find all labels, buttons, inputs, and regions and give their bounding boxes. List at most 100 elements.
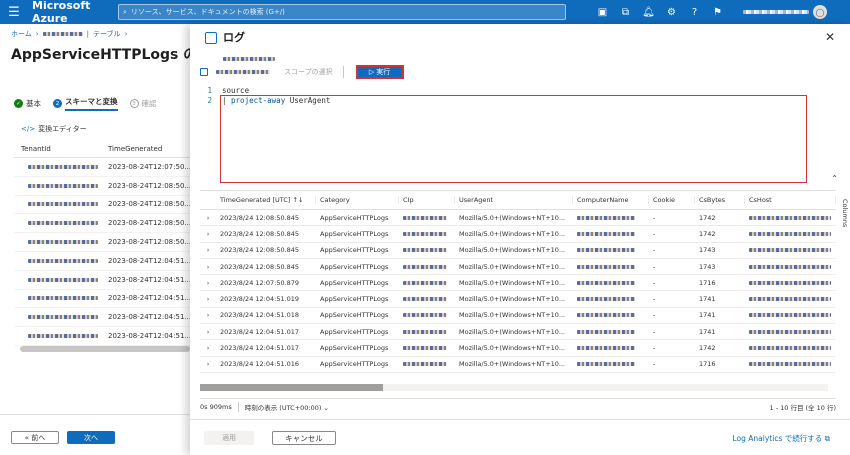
result-row[interactable]: › 2023/8/24 12:08:50.845 AppServiceHTTPLog… [200,259,836,276]
table-row[interactable]: 2023-08-24T12:08:50... [14,196,190,215]
timegenerated-cell: 2023-08-24T12:08:50... [108,181,190,190]
breadcrumb-home[interactable]: ホーム [11,29,32,39]
scrollbar-thumb[interactable] [200,384,383,391]
apply-button[interactable]: 適用 [204,431,254,445]
horizontal-scrollbar[interactable] [20,346,190,352]
help-icon[interactable]: ? [683,7,706,18]
chevron-right-icon[interactable]: › [200,263,216,271]
cell-cshost-redacted [745,214,836,222]
table-row[interactable]: 2023-08-24T12:08:50... [14,214,190,234]
table-row[interactable]: 2023-08-24T12:08:50... [14,233,190,252]
external-link-icon: ⧉ [824,434,830,443]
column-header-csbytes[interactable]: CsBytes [695,196,745,204]
account-menu[interactable]: ◯ [743,5,833,19]
code-line-1[interactable]: source [222,86,249,95]
table-row[interactable]: 2023-08-24T12:04:51... [14,327,190,346]
table-row[interactable]: 2023-08-24T12:04:51... [14,252,190,271]
table-row[interactable]: 2023-08-24T12:08:50... [14,177,190,196]
query-toolbar: スコープの選択 ▷ 実行 [190,64,850,80]
cancel-button[interactable]: キャンセル [272,431,336,445]
close-icon[interactable]: ✕ [825,30,835,44]
chevron-right-icon[interactable]: › [200,344,216,352]
feedback-icon[interactable]: ⚑ [706,7,729,18]
cell-computername-redacted [573,214,649,222]
cell-cip-redacted [399,263,455,271]
cell-category: AppServiceHTTPLogs [320,311,389,320]
column-header-cshost[interactable]: CsHost [745,196,836,204]
breadcrumb-table[interactable]: テーブル [93,29,121,39]
brand-label[interactable]: Microsoft Azure [32,0,118,25]
continue-log-analytics-link[interactable]: Log Analytics で続行する ⧉ [733,433,830,444]
panel-title: ログ [223,31,245,44]
cell-timegenerated: 2023/8/24 12:08:50.845 [220,213,300,222]
column-header-timegenerated[interactable]: TimeGenerated [UTC] ↑↓ [216,196,316,204]
chevron-right-icon[interactable]: › [200,246,216,254]
logs-panel: ログ ✕ スコープの選択 ▷ 実行 1 source 2 | project-a… [190,24,850,455]
cell-csbytes: 1741 [699,295,716,304]
transform-editor-link[interactable]: </> 変換エディター [21,124,87,134]
column-header-timegenerated[interactable]: TimeGenerated [108,145,190,153]
cell-cookie: - [653,246,656,255]
cell-timegenerated: 2023/8/24 12:04:51.017 [220,327,300,336]
result-row[interactable]: › 2023/8/24 12:04:51.019 AppServiceHTTPLog… [200,291,836,308]
table-row[interactable]: 2023-08-24T12:07:50... [14,158,190,177]
chevron-right-icon[interactable]: › [200,230,216,238]
cell-cip-redacted [399,344,455,352]
global-search-input[interactable]: ⌕ リソース、サービス、ドキュメントの検索 (G+/) [118,4,566,20]
tenantid-redacted [14,182,108,190]
hamburger-menu-icon[interactable]: ☰ [0,5,28,20]
cloud-shell-icon[interactable]: ▣ [591,7,614,18]
collapse-editor-icon[interactable]: ⌃ [831,174,838,183]
columns-side-tab[interactable]: Columns [841,199,849,227]
cell-computername-redacted [573,295,649,303]
run-button[interactable]: ▷ 実行 [355,65,404,79]
column-header-cookie[interactable]: Cookie [649,196,695,204]
column-header-cip[interactable]: CIp [399,196,455,204]
results-horizontal-scrollbar[interactable] [200,384,828,391]
sort-icon[interactable]: ↑↓ [293,196,304,204]
prev-button[interactable]: « 前へ [11,431,59,444]
select-scope-button[interactable]: スコープの選択 [284,67,333,77]
chevron-right-icon[interactable]: › [200,295,216,303]
result-row[interactable]: › 2023/8/24 12:07:50.879 AppServiceHTTPLog… [200,275,836,292]
tenantid-redacted [14,257,108,265]
step-schema-transform[interactable]: 2 スキーマと変換 [53,96,118,111]
table-row[interactable]: 2023-08-24T12:04:51... [14,308,190,328]
column-header-computername[interactable]: ComputerName [573,196,649,204]
result-row[interactable]: › 2023/8/24 12:08:50.845 AppServiceHTTPLog… [200,226,836,243]
next-button[interactable]: 次へ [67,431,115,444]
breadcrumb-workspace-redacted[interactable] [42,32,83,36]
result-row[interactable]: › 2023/8/24 12:08:50.845 AppServiceHTTPLog… [200,243,836,259]
result-row[interactable]: › 2023/8/24 12:04:51.016 AppServiceHTTPLog… [200,357,836,373]
cell-useragent: Mozilla/5.0+(Windows+NT+10... [459,278,566,287]
result-row[interactable]: › 2023/8/24 12:08:50.845 AppServiceHTTPLog… [200,210,836,227]
query-duration: 0s 909ms [200,402,232,411]
chevron-right-icon[interactable]: › [200,311,216,319]
bell-icon[interactable]: 🔔︎ [637,7,660,18]
chevron-right-icon[interactable]: › [200,279,216,287]
cell-computername-redacted [573,230,649,238]
chevron-right-icon[interactable]: › [200,214,216,222]
step-review[interactable]: 3 確認 [129,98,157,109]
chevron-right-icon[interactable]: › [200,328,216,336]
timezone-selector[interactable]: 時刻の表示 (UTC+00:00) ⌄ [245,402,329,412]
cell-cip-redacted [399,360,455,368]
column-header-useragent[interactable]: UserAgent [455,196,573,204]
result-row[interactable]: › 2023/8/24 12:04:51.017 AppServiceHTTPLog… [200,340,836,357]
directory-icon[interactable]: ⧉ [614,7,637,18]
timegenerated-cell: 2023-08-24T12:04:51... [108,332,190,341]
result-row[interactable]: › 2023/8/24 12:04:51.017 AppServiceHTTPLog… [200,324,836,341]
table-row[interactable]: 2023-08-24T12:04:51... [14,271,190,290]
chevron-right-icon[interactable]: › [200,360,216,368]
result-row[interactable]: › 2023/8/24 12:04:51.018 AppServiceHTTPLog… [200,308,836,325]
avatar[interactable]: ◯ [813,5,827,19]
results-header: TimeGenerated [UTC] ↑↓ Category CIp User… [200,190,836,210]
table-row[interactable]: 2023-08-24T12:04:51... [14,290,190,309]
column-header-category[interactable]: Category [316,196,399,204]
column-header-tenantid[interactable]: TenantId [14,145,108,153]
step-basics[interactable]: ✓ 基本 [14,98,41,109]
cell-timegenerated: 2023/8/24 12:04:51.018 [220,311,300,320]
cell-cip-redacted [399,246,455,254]
workspace-name-redacted[interactable] [216,70,270,74]
gear-icon[interactable]: ⚙ [660,7,683,18]
